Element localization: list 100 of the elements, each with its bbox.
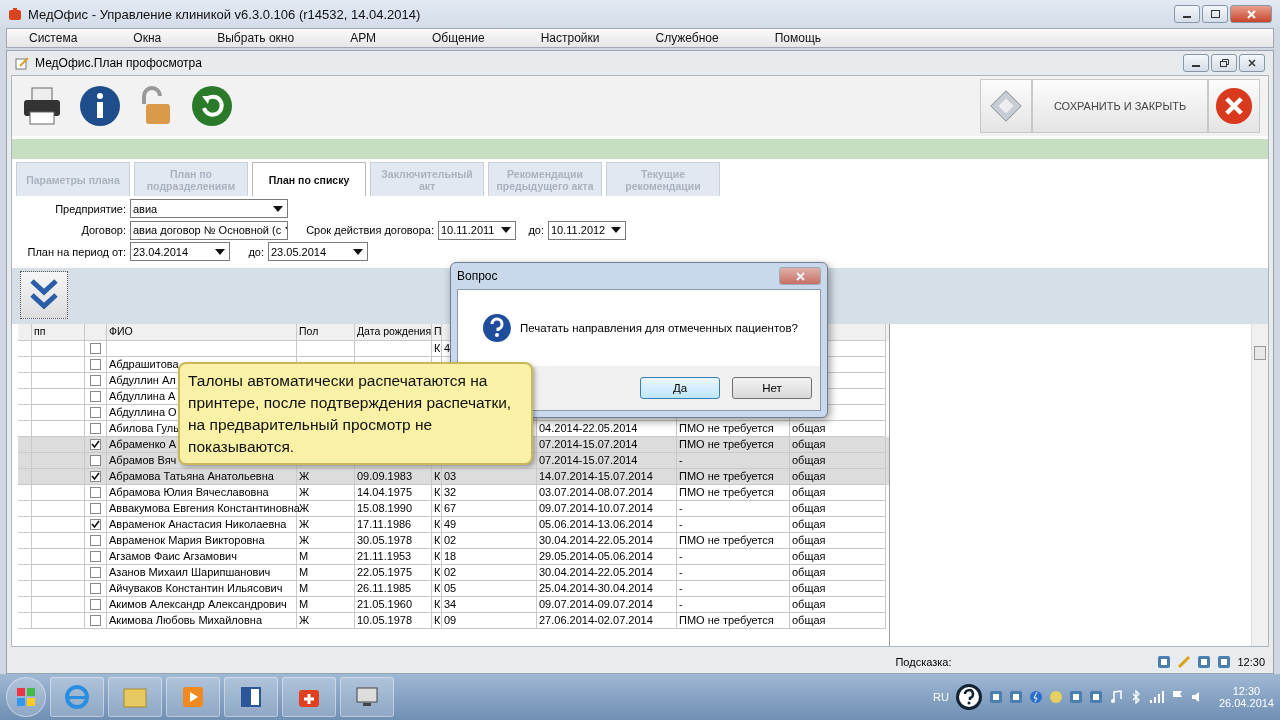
table-cell: 03.07.2014-08.07.2014 — [539, 485, 653, 498]
field-label: до: — [527, 224, 545, 237]
table-cell: 10.05.1978 — [357, 613, 413, 626]
status-time: 12:30 — [1237, 656, 1265, 668]
table-cell: ПМО не требуется — [679, 613, 774, 626]
table-cell: Абдуллин Ал — [109, 373, 176, 386]
table-cell: общая — [792, 533, 826, 546]
table-cell: 32 — [444, 485, 457, 498]
table-cell: - — [679, 453, 683, 466]
table-cell: общая — [792, 421, 826, 434]
table-cell: 26.11.1985 — [357, 581, 412, 594]
table-cell: 07.2014-15.07.2014 — [539, 453, 638, 466]
table-cell: 05.06.2014-13.06.2014 — [539, 517, 653, 530]
table-cell: Ж — [299, 517, 310, 530]
table-cell: 4 — [444, 341, 451, 354]
table-cell: К — [434, 341, 441, 354]
table-cell: К — [434, 485, 441, 498]
field-label: Срок действия договора: — [305, 224, 435, 237]
table-cell: общая — [792, 517, 826, 530]
table-cell: - — [679, 517, 683, 530]
table-cell: 49 — [444, 517, 457, 530]
table-cell: 05 — [444, 581, 457, 594]
table-cell: общая — [792, 501, 826, 514]
table-cell: Ж — [299, 485, 310, 498]
dialog-title: Вопрос — [457, 269, 498, 283]
table-cell: общая — [792, 453, 826, 466]
table-cell: - — [679, 597, 683, 610]
table-cell: 67 — [444, 501, 457, 514]
window-title: МедОфис - Управление клиникой v6.3.0.106 (r14532, 14.04.2014) — [28, 6, 422, 22]
table-cell: Абдуллина О — [109, 405, 177, 418]
table-cell: общая — [792, 485, 826, 498]
table-cell: Ж — [299, 501, 310, 514]
table-cell: Абрамова Татьяна Анатольевна — [109, 469, 274, 482]
table-cell: 09.09.1983 — [357, 469, 413, 482]
table-cell: - — [679, 581, 683, 594]
table-cell: Акимова Любовь Михайловна — [109, 613, 263, 626]
table-cell: 02 — [444, 533, 457, 546]
table-cell: Абдуллина А — [109, 389, 176, 402]
dialog-message: Печатать направления для отмеченных пациентов? — [520, 322, 798, 334]
table-cell: Абраменко А — [109, 437, 177, 450]
table-cell: 14.07.2014-15.07.2014 — [539, 469, 653, 482]
table-cell: 02 — [444, 565, 457, 578]
note-tooltip: Талоны автоматически распечатаются на принтере, после подтверждения распечатки, на предварительный просмотр не показываются. — [178, 362, 533, 465]
table-cell: Авраменок Анастасия Николаевна — [109, 517, 287, 530]
table-cell: ПМО не требуется — [679, 469, 774, 482]
table-cell: общая — [792, 437, 826, 450]
table-cell: К — [434, 597, 441, 610]
table-cell: общая — [792, 469, 826, 482]
table-cell: К — [434, 501, 441, 514]
table-cell: 30.04.2014-22.05.2014 — [539, 533, 653, 546]
table-cell: 17.11.1986 — [357, 517, 412, 530]
table-cell: Авраменок Мария Викторовна — [109, 533, 265, 546]
table-cell: 04.2014-22.05.2014 — [539, 421, 638, 434]
table-cell: - — [679, 565, 683, 578]
table-cell: К — [434, 581, 441, 594]
table-cell: 07.2014-15.07.2014 — [539, 437, 638, 450]
field-label: План на период от: — [26, 245, 127, 258]
table-cell: Аввакумова Евгения Константиновна — [109, 501, 300, 514]
table-cell: Акимов Александр Александрович — [109, 597, 287, 610]
table-cell: Абилова Гуль — [109, 421, 179, 434]
table-cell: 29.05.2014-05.06.2014 — [539, 549, 653, 562]
table-cell: 09 — [444, 613, 457, 626]
table-cell: Агзамов Фаис Агзамович — [109, 549, 237, 562]
table-cell: К — [434, 469, 441, 482]
table-cell: 30.05.1978 — [357, 533, 413, 546]
table-cell: Абрамов Вяч — [109, 453, 177, 466]
table-cell: 09.07.2014-09.07.2014 — [539, 597, 653, 610]
field-label: Договор: — [80, 224, 127, 237]
table-cell: ПМО не требуется — [679, 533, 774, 546]
table-cell: 14.04.1975 — [357, 485, 413, 498]
table-cell: общая — [792, 581, 826, 594]
table-cell: 30.04.2014-22.05.2014 — [539, 565, 653, 578]
table-cell: К — [434, 533, 441, 546]
table-cell: 25.04.2014-30.04.2014 — [539, 581, 653, 594]
table-cell: 27.06.2014-02.07.2014 — [539, 613, 653, 626]
table-cell: общая — [792, 549, 826, 562]
table-cell: ПМО не требуется — [679, 485, 774, 498]
table-cell: Абдрашитова — [109, 357, 179, 370]
table-cell: М — [299, 549, 309, 562]
table-cell: общая — [792, 597, 826, 610]
table-cell: К — [434, 613, 441, 626]
table-cell: К — [434, 517, 441, 530]
table-cell: - — [679, 501, 683, 514]
table-cell: ПМО не требуется — [679, 421, 774, 434]
hint-label: Подсказка: — [895, 656, 952, 668]
table-cell: М — [299, 597, 309, 610]
table-cell: 15.08.1990 — [357, 501, 413, 514]
table-cell: Абрамова Юлия Вячеславовна — [109, 485, 269, 498]
table-cell: Азанов Михаил Шарипшанович — [109, 565, 271, 578]
table-cell: 09.07.2014-10.07.2014 — [539, 501, 653, 514]
table-cell: 21.11.1953 — [357, 549, 412, 562]
table-cell: Ж — [299, 613, 310, 626]
table-cell: 03 — [444, 469, 457, 482]
table-cell: 34 — [444, 597, 457, 610]
table-cell: М — [299, 581, 309, 594]
table-cell: К — [434, 565, 441, 578]
field-label: до: — [247, 245, 265, 258]
table-cell: общая — [792, 565, 826, 578]
table-cell: общая — [792, 613, 826, 626]
table-cell: Ж — [299, 469, 310, 482]
